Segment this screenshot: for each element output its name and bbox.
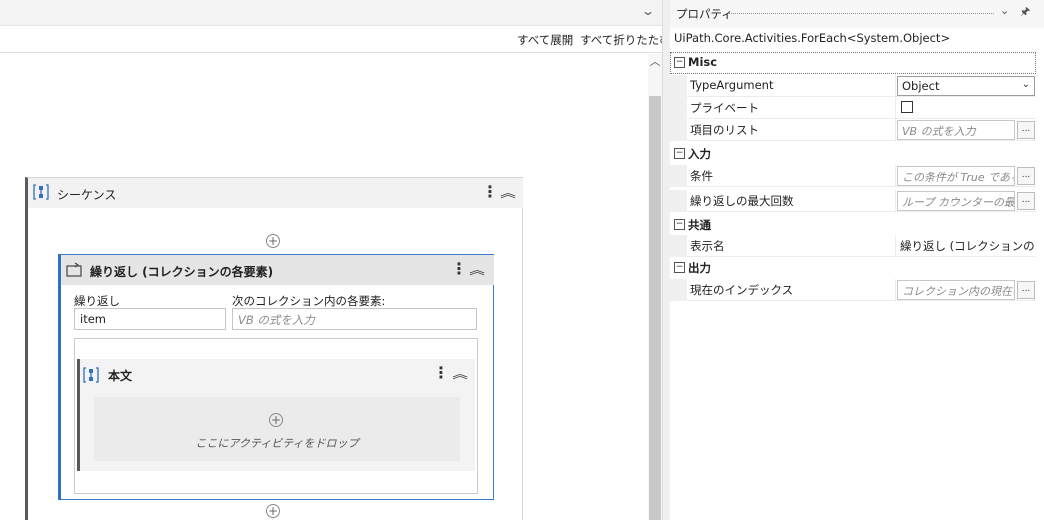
body-sequence-icon bbox=[83, 367, 99, 383]
sequence-icon bbox=[33, 184, 49, 200]
property-row-display-name[interactable]: 表示名 繰り返し (コレクションの各要素) bbox=[670, 235, 1036, 257]
foreach-more-icon[interactable]: ⋮ bbox=[451, 261, 467, 277]
property-row-condition[interactable]: 条件 この条件が True である ... bbox=[670, 165, 1036, 187]
scrollbar-thumb[interactable] bbox=[649, 96, 661, 520]
sequence-header[interactable]: シーケンス ⋮ ︽ bbox=[28, 178, 523, 208]
property-label: TypeArgument bbox=[687, 75, 895, 97]
body-more-icon[interactable]: ⋮ bbox=[433, 365, 449, 381]
sequence-title: シーケンス bbox=[57, 188, 117, 202]
selected-type-name: UiPath.Core.Activities.ForEach<System.Ob… bbox=[674, 31, 951, 45]
values-ellipsis-button[interactable]: ... bbox=[1017, 121, 1035, 139]
category-input[interactable]: − 入力 bbox=[670, 143, 1036, 165]
property-label: プライベート bbox=[687, 97, 895, 119]
property-label: 項目のリスト bbox=[687, 119, 895, 141]
condition-ellipsis-button[interactable]: ... bbox=[1017, 167, 1035, 185]
property-label: 現在のインデックス bbox=[687, 279, 895, 301]
body-collapse-icon[interactable]: ︽ bbox=[452, 367, 468, 381]
foreach-title: 繰り返し (コレクションの各要素) bbox=[90, 265, 274, 279]
properties-panel: プロパティ ⌄ 🖈 UiPath.Core.Activities.ForEach… bbox=[670, 0, 1044, 520]
current-index-input[interactable]: コレクション内の現在の bbox=[897, 280, 1015, 300]
drop-zone[interactable]: + ここにアクティビティをドロップ bbox=[94, 397, 460, 461]
max-iterations-ellipsis-button[interactable]: ... bbox=[1017, 192, 1035, 210]
collapse-input-icon[interactable]: − bbox=[674, 148, 685, 159]
property-label: 条件 bbox=[687, 165, 895, 187]
property-row-typeargument[interactable]: TypeArgument Object ⌄ bbox=[670, 75, 1036, 97]
sequence-activity[interactable]: シーケンス ⋮ ︽ + 繰り返し (コレクションの各要素) ⋮ ︽ 繰り返し i… bbox=[25, 177, 523, 520]
property-row-current-index[interactable]: 現在のインデックス コレクション内の現在の ... bbox=[670, 279, 1036, 301]
max-iterations-input[interactable]: ループ カウンターの最大 bbox=[897, 191, 1015, 211]
add-activity-below-icon[interactable]: + bbox=[266, 504, 280, 518]
collapse-all-button[interactable]: すべて折りたたむ bbox=[580, 32, 662, 48]
private-checkbox[interactable] bbox=[901, 101, 913, 113]
scroll-up-icon[interactable]: ︿ bbox=[648, 55, 662, 69]
expand-all-button[interactable]: すべて展開 bbox=[517, 32, 573, 48]
category-output[interactable]: − 出力 bbox=[670, 257, 1036, 279]
drop-add-icon[interactable]: + bbox=[269, 413, 283, 427]
sequence-more-icon[interactable]: ⋮ bbox=[482, 184, 498, 200]
pin-icon[interactable]: 🖈 bbox=[1020, 3, 1030, 22]
properties-title: プロパティ bbox=[676, 7, 733, 21]
collapse-misc-icon[interactable]: − bbox=[674, 57, 685, 68]
category-common[interactable]: − 共通 bbox=[670, 214, 1036, 236]
property-grid: − Misc TypeArgument Object ⌄ プライベート 項目のリ… bbox=[670, 52, 1044, 302]
designer-toolbar: すべて展開 すべて折りたたむ bbox=[0, 26, 662, 53]
panel-menu-icon[interactable]: ⌄ bbox=[1000, 4, 1009, 17]
tab-list-chevron-icon[interactable]: ⌄ bbox=[641, 4, 655, 18]
foreach-collapse-icon[interactable]: ︽ bbox=[469, 263, 485, 277]
current-index-ellipsis-button[interactable]: ... bbox=[1017, 281, 1035, 299]
category-input-label: 入力 bbox=[688, 147, 711, 161]
category-misc[interactable]: − Misc bbox=[670, 52, 1036, 74]
body-title: 本文 bbox=[108, 369, 133, 383]
item-label: 繰り返し bbox=[74, 294, 120, 308]
collapse-output-icon[interactable]: − bbox=[674, 262, 685, 273]
foreach-activity[interactable]: 繰り返し (コレクションの各要素) ⋮ ︽ 繰り返し item 次のコレクション… bbox=[58, 254, 494, 500]
foreach-header[interactable]: 繰り返し (コレクションの各要素) ⋮ ︽ bbox=[61, 255, 494, 285]
document-tab-strip bbox=[0, 0, 662, 26]
category-output-label: 出力 bbox=[688, 261, 711, 275]
collection-label: 次のコレクション内の各要素: bbox=[232, 294, 386, 308]
collapse-common-icon[interactable]: − bbox=[674, 219, 685, 230]
workflow-designer: ⌄ すべて展開 すべて折りたたむ ︿ シーケンス ⋮ ︽ + 繰り返し (コレク… bbox=[0, 0, 662, 520]
property-row-private[interactable]: プライベート bbox=[670, 97, 1036, 119]
body-activity[interactable]: 本文 ⋮ ︽ + ここにアクティビティをドロップ bbox=[77, 359, 475, 471]
header-grip bbox=[728, 13, 994, 14]
collection-input[interactable]: VB の式を入力 bbox=[232, 308, 477, 330]
drop-zone-text: ここにアクティビティをドロップ bbox=[195, 437, 359, 450]
category-misc-label: Misc bbox=[688, 55, 718, 69]
properties-header: プロパティ ⌄ 🖈 bbox=[670, 0, 1044, 28]
add-activity-icon[interactable]: + bbox=[266, 234, 280, 248]
condition-input[interactable]: この条件が True である bbox=[897, 166, 1015, 186]
foreach-icon bbox=[66, 262, 82, 277]
values-input[interactable]: VB の式を入力 bbox=[897, 120, 1015, 140]
sequence-collapse-icon[interactable]: ︽ bbox=[500, 186, 516, 200]
typeargument-value: Object bbox=[902, 79, 940, 93]
property-row-max-iterations[interactable]: 繰り返しの最大回数 ループ カウンターの最大 ... bbox=[670, 190, 1036, 212]
chevron-down-icon: ⌄ bbox=[1021, 79, 1030, 90]
property-row-values[interactable]: 項目のリスト VB の式を入力 ... bbox=[670, 119, 1036, 141]
display-name-value[interactable]: 繰り返し (コレクションの各要素) bbox=[900, 238, 1035, 254]
panel-splitter[interactable] bbox=[662, 0, 670, 520]
item-input[interactable]: item bbox=[74, 308, 226, 330]
property-label: 表示名 bbox=[687, 235, 895, 257]
property-label: 繰り返しの最大回数 bbox=[687, 190, 895, 212]
category-common-label: 共通 bbox=[688, 218, 711, 232]
body-container: 本文 ⋮ ︽ + ここにアクティビティをドロップ bbox=[74, 338, 478, 494]
typeargument-select[interactable]: Object ⌄ bbox=[897, 76, 1035, 96]
